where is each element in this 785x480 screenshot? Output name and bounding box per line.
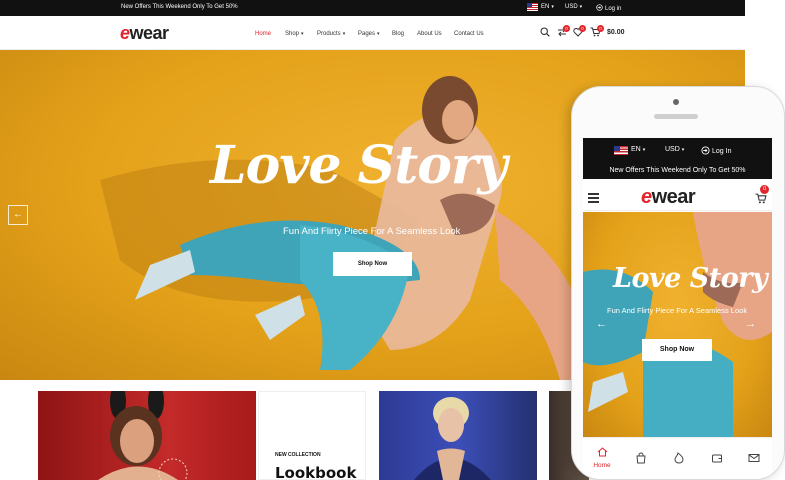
mobile-slider-next-icon[interactable]: → (745, 318, 756, 330)
model-image (414, 397, 491, 480)
login-icon (701, 146, 710, 155)
site-logo[interactable]: ewear (120, 23, 169, 44)
tab-messages[interactable] (739, 451, 769, 469)
shopping-bag-icon (636, 452, 646, 464)
mobile-preview-phone: EN ▾ USD ▾ Log In New Offers This Weekend … (571, 86, 785, 480)
collection-title[interactable]: Lookbook (275, 464, 356, 480)
hero-model-image (583, 212, 772, 437)
wishlist-count-badge: 0 (579, 25, 586, 32)
mobile-login-link[interactable]: Log In (701, 146, 731, 155)
chevron-down-icon: ▾ (642, 147, 646, 153)
mobile-offer-bar: New Offers This Weekend Only To Get 50% (583, 162, 772, 179)
cart-count-badge: 0 (597, 25, 604, 32)
tab-home[interactable]: Home (587, 444, 617, 469)
chevron-down-icon: ▾ (681, 147, 685, 153)
offer-text: New Offers This Weekend Only To Get 50% (121, 4, 238, 10)
nav-home[interactable]: Home (255, 31, 271, 37)
us-flag-icon (527, 3, 538, 11)
mobile-slider-prev-icon[interactable]: ← (596, 318, 607, 330)
top-bar: New Offers This Weekend Only To Get 50% … (0, 0, 745, 16)
login-icon (596, 4, 603, 11)
fire-icon (674, 452, 684, 464)
mail-icon (748, 454, 760, 462)
search-icon[interactable] (540, 27, 550, 37)
hero-title: Love Story (210, 135, 508, 196)
mobile-language-selector[interactable]: EN ▾ (631, 146, 645, 153)
chevron-down-icon: ▾ (301, 31, 304, 37)
mobile-cart-count-badge: 0 (760, 185, 769, 194)
tab-trending[interactable] (664, 451, 694, 469)
collection-banner-image[interactable] (38, 391, 256, 480)
mobile-currency-selector[interactable]: USD ▾ (665, 146, 684, 153)
us-flag-icon (614, 146, 628, 155)
chevron-down-icon: ▾ (579, 4, 583, 10)
currency-selector[interactable]: USD ▾ (565, 4, 582, 10)
mobile-cart-icon[interactable] (755, 193, 767, 204)
hero-subtitle: Fun And Flirty Piece For A Seamless Look (283, 226, 461, 237)
nav-blog[interactable]: Blog (392, 31, 404, 37)
mobile-top-bar: EN ▾ USD ▾ Log In (583, 138, 772, 162)
nav-contact[interactable]: Contact Us (454, 31, 484, 37)
nav-about[interactable]: About Us (417, 31, 442, 37)
hamburger-menu-icon[interactable] (588, 193, 599, 205)
hero-shop-now-button[interactable]: Shop Now (333, 252, 412, 276)
mobile-site-logo[interactable]: ewear (641, 186, 696, 209)
slider-prev-arrow-icon[interactable]: ← (8, 205, 28, 225)
chevron-down-icon: ▾ (342, 31, 346, 37)
mobile-shop-now-button[interactable]: Shop Now (642, 339, 712, 361)
mobile-hero-subtitle: Fun And Flirty Piece For A Seamless Look (607, 306, 748, 315)
chevron-down-icon: ▾ (551, 4, 554, 10)
tab-shop[interactable] (626, 451, 656, 469)
blue-collection-banner-image[interactable] (379, 391, 537, 480)
login-link[interactable]: Log in (596, 4, 621, 12)
collection-label: NEW COLLECTION (275, 452, 321, 458)
mobile-screen: EN ▾ USD ▾ Log In New Offers This Weekend … (583, 138, 772, 479)
tab-wallet[interactable] (702, 451, 732, 469)
phone-camera (673, 99, 679, 105)
cart-total[interactable]: $0.00 (607, 29, 625, 36)
nav-pages[interactable]: Pages ▾ (358, 31, 380, 37)
nav-products[interactable]: Products ▾ (317, 31, 345, 37)
wallet-icon (712, 454, 722, 463)
compare-count-badge: 0 (563, 25, 570, 32)
mobile-hero-title: Love Story (613, 263, 768, 294)
language-selector[interactable]: EN ▾ (541, 4, 554, 10)
model-image (98, 391, 188, 480)
nav-shop[interactable]: Shop ▾ (285, 31, 304, 37)
mobile-hero-banner (583, 212, 772, 437)
phone-speaker (654, 114, 698, 119)
chevron-down-icon: ▾ (377, 31, 380, 37)
home-icon (597, 447, 607, 457)
mobile-bottom-tab-bar: Home (583, 437, 772, 479)
